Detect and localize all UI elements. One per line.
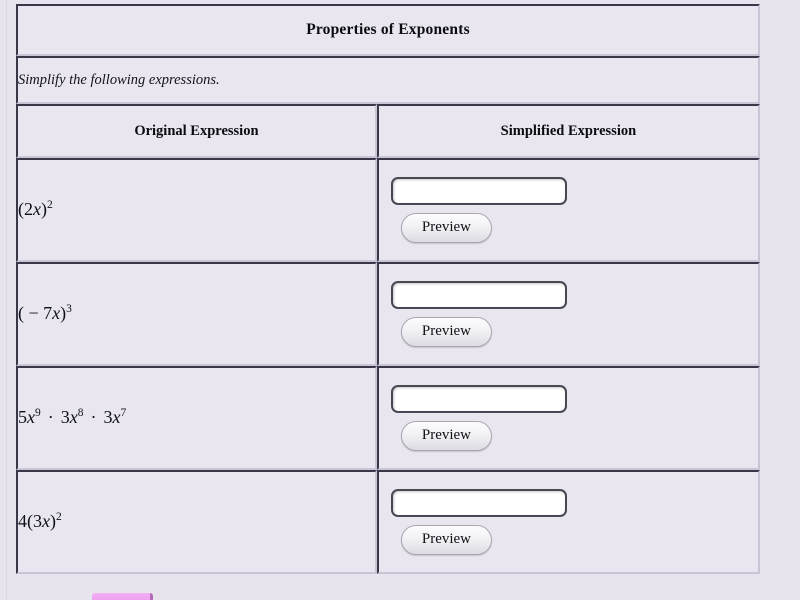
answer-cell-1: Preview (376, 158, 760, 262)
expr-4-base: 4(3 (18, 511, 42, 531)
expr-4-exponent: 2 (56, 511, 62, 523)
column-header-row: Original Expression Simplified Expressio… (16, 104, 760, 158)
quiz-instruction-row: Simplify the following expressions. (16, 56, 760, 104)
answer-input-4[interactable] (390, 489, 567, 518)
expr-2-exponent: 3 (66, 303, 72, 315)
answer-cell-4: Preview (376, 470, 760, 574)
preview-button-1[interactable]: Preview (400, 213, 493, 243)
expr-3-operator-1: · (47, 407, 54, 427)
expr-3-term2-var: x (69, 407, 78, 427)
column-header-original: Original Expression (16, 104, 377, 158)
expr-3-operator-2: · (90, 407, 97, 427)
expr-1-var: x (33, 199, 41, 219)
expr-3-term1-coefficient: 5 (18, 407, 27, 427)
answer-cell-2: Preview (376, 262, 760, 366)
answer-input-2[interactable] (390, 281, 567, 310)
math-expression-3: 5x9 · 3x8 · 3x7 (18, 407, 127, 427)
quiz-title: Properties of Exponents (16, 4, 760, 56)
expression-cell-1: (2x)2 (16, 158, 377, 262)
math-expression-2: ( − 7x)3 (18, 303, 72, 323)
preview-button-4[interactable]: Preview (400, 525, 493, 555)
page-gutter-line (6, 0, 7, 600)
expr-3-term3-exponent: 7 (120, 407, 127, 419)
math-expression-1: (2x)2 (18, 199, 53, 219)
expr-3-term1-var: x (27, 407, 35, 427)
expr-3-term2-exponent: 8 (77, 407, 84, 419)
expression-cell-4: 4(3x)2 (16, 470, 377, 574)
table-row: 4(3x)2 Preview (16, 470, 760, 574)
quiz-instruction: Simplify the following expressions. (16, 56, 760, 104)
expression-cell-2: ( − 7x)3 (16, 262, 377, 366)
column-header-simplified: Simplified Expression (376, 104, 760, 158)
quiz-table: Properties of Exponents Simplify the fol… (16, 4, 760, 574)
quiz-page: Properties of Exponents Simplify the fol… (0, 0, 800, 600)
answer-input-1[interactable] (390, 177, 567, 206)
expr-3-term1-exponent: 9 (35, 407, 41, 419)
expr-4-var: x (42, 511, 50, 531)
expr-2-var: x (52, 303, 61, 323)
expression-cell-3: 5x9 · 3x8 · 3x7 (16, 366, 377, 470)
expr-3-term3-var: x (112, 407, 121, 427)
table-row: 5x9 · 3x8 · 3x7 Preview (16, 366, 760, 470)
partial-submit-button[interactable] (92, 593, 153, 600)
table-row: (2x)2 Preview (16, 158, 760, 262)
expr-3-term3-coefficient: 3 (103, 407, 113, 427)
expr-2-base: ( − 7 (18, 303, 53, 323)
expr-3-term2-coefficient: 3 (60, 407, 70, 427)
expr-1-base: (2 (18, 199, 33, 219)
preview-button-3[interactable]: Preview (400, 421, 493, 451)
answer-cell-3: Preview (376, 366, 760, 470)
preview-button-2[interactable]: Preview (400, 317, 493, 347)
quiz-title-row: Properties of Exponents (16, 4, 760, 56)
table-row: ( − 7x)3 Preview (16, 262, 760, 366)
expr-1-exponent: 2 (47, 199, 53, 211)
answer-input-3[interactable] (390, 385, 567, 414)
math-expression-4: 4(3x)2 (18, 511, 62, 531)
